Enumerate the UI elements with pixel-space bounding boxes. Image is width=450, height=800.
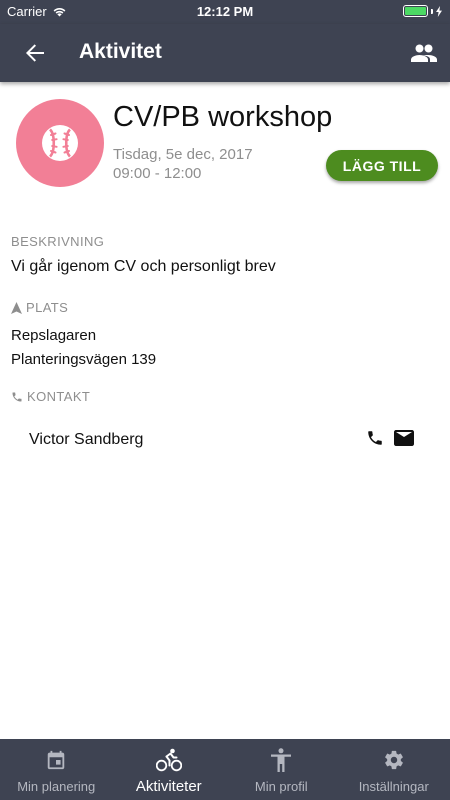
location-address: Planteringsvägen 139 [11, 351, 157, 368]
contact-name: Victor Sandberg [29, 431, 144, 448]
people-icon [411, 44, 437, 62]
location-name: Repslagaren [11, 327, 97, 344]
tab-min-profil[interactable]: Min profil [225, 739, 338, 800]
tab-label: Inställningar [358, 779, 429, 794]
activity-avatar [16, 99, 104, 187]
tab-aktiviteter[interactable]: Aktiviteter [113, 739, 226, 800]
page-title: Aktivitet [79, 40, 162, 63]
call-contact-button[interactable] [364, 427, 386, 449]
battery-fill [405, 7, 426, 15]
tab-label: Aktiviteter [135, 778, 202, 795]
status-bar: Carrier 12:12 PM [0, 0, 450, 24]
contact-label-text: KONTAKT [27, 389, 91, 404]
person-icon [268, 747, 294, 773]
activity-date: Tisdag, 5e dec, 2017 [113, 146, 253, 163]
battery-indicator [403, 5, 442, 17]
tab-installningar[interactable]: Inställningar [338, 739, 450, 800]
location-arrow-icon [11, 301, 22, 314]
activity-title: CV/PB workshop [113, 101, 333, 133]
tab-label: Min profil [254, 779, 308, 794]
bicycle-icon [155, 747, 182, 773]
back-button[interactable] [20, 39, 50, 67]
phone-small-icon [12, 392, 22, 401]
bottom-tab-bar: Min planering Aktiviteter Min profil Ins… [0, 739, 450, 800]
description-label: BESKRIVNING [11, 234, 104, 249]
mail-icon [394, 430, 414, 446]
description-text: Vi går igenom CV och personligt brev [11, 258, 276, 275]
email-contact-button[interactable] [392, 427, 416, 449]
description-label-text: BESKRIVNING [11, 234, 105, 249]
tab-min-planering[interactable]: Min planering [0, 739, 113, 800]
phone-icon [368, 431, 382, 445]
location-label-text: PLATS [26, 300, 69, 315]
contact-label: KONTAKT [11, 389, 90, 404]
gear-icon [381, 747, 407, 773]
add-activity-button[interactable]: LÄGG TILL [326, 150, 438, 181]
location-label: PLATS [11, 300, 68, 315]
baseball-icon [42, 125, 78, 161]
battery-icon [403, 5, 428, 17]
app-bar: Aktivitet [0, 24, 450, 82]
charging-bolt-icon [436, 5, 442, 17]
status-time: 12:12 PM [196, 4, 254, 19]
participants-button[interactable] [408, 38, 440, 68]
activity-time: 09:00 - 12:00 [113, 165, 202, 182]
tab-label: Min planering [17, 779, 96, 794]
arrow-back-icon [26, 44, 44, 62]
activity-screen: Carrier 12:12 PM Aktivitet CV/PB worksho… [0, 0, 450, 800]
calendar-icon [43, 747, 69, 773]
